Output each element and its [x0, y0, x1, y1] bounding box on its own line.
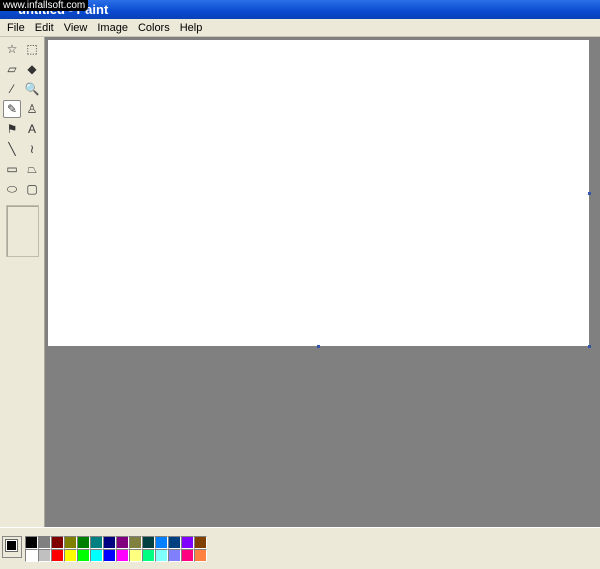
- line-tool[interactable]: ╲: [3, 140, 21, 158]
- menu-file[interactable]: File: [2, 22, 30, 34]
- color-swatch[interactable]: [38, 549, 51, 562]
- color-swatch[interactable]: [103, 536, 116, 549]
- text-tool[interactable]: A: [23, 120, 41, 138]
- fill-tool[interactable]: ◆: [23, 60, 41, 78]
- color-swatch[interactable]: [51, 549, 64, 562]
- color-swatch[interactable]: [155, 549, 168, 562]
- workspace: [45, 37, 600, 527]
- color-swatch[interactable]: [103, 549, 116, 562]
- color-swatch[interactable]: [90, 536, 103, 549]
- free-form-select-tool[interactable]: ☆: [3, 40, 21, 58]
- color-swatch[interactable]: [38, 536, 51, 549]
- color-swatch[interactable]: [142, 549, 155, 562]
- pencil-tool[interactable]: ✎: [3, 100, 21, 118]
- color-swatch[interactable]: [51, 536, 64, 549]
- color-swatch[interactable]: [181, 536, 194, 549]
- color-swatch[interactable]: [129, 536, 142, 549]
- menu-help[interactable]: Help: [175, 22, 208, 34]
- curve-tool[interactable]: ≀: [23, 140, 41, 158]
- menu-image[interactable]: Image: [92, 22, 133, 34]
- color-swatch[interactable]: [129, 549, 142, 562]
- color-swatch[interactable]: [194, 549, 207, 562]
- eraser-tool[interactable]: ▱: [3, 60, 21, 78]
- color-swatch[interactable]: [77, 549, 90, 562]
- current-colors: [2, 536, 22, 558]
- title-bar: untitled - Paint www.infallsoft.com: [0, 0, 600, 19]
- menu-bar: File Edit View Image Colors Help: [0, 19, 600, 37]
- color-swatch[interactable]: [142, 536, 155, 549]
- tool-options-box[interactable]: [6, 205, 39, 257]
- toolbox: ☆ ⬚ ▱ ◆ ⁄ 🔍 ✎ ♙ ⚑ A ╲ ≀ ▭ ⏢ ⬭ ▢: [0, 37, 45, 527]
- color-swatch[interactable]: [116, 536, 129, 549]
- pick-color-tool[interactable]: ⁄: [3, 80, 21, 98]
- color-swatch[interactable]: [64, 549, 77, 562]
- menu-edit[interactable]: Edit: [30, 22, 59, 34]
- resize-handle[interactable]: [588, 345, 591, 348]
- color-swatch[interactable]: [64, 536, 77, 549]
- color-swatch[interactable]: [181, 549, 194, 562]
- color-swatch[interactable]: [168, 536, 181, 549]
- color-swatch[interactable]: [90, 549, 103, 562]
- color-swatch[interactable]: [25, 536, 38, 549]
- palette: [25, 536, 207, 562]
- color-swatch[interactable]: [168, 549, 181, 562]
- magnifier-tool[interactable]: 🔍: [23, 80, 41, 98]
- drawing-canvas[interactable]: [48, 40, 591, 348]
- color-swatch[interactable]: [155, 536, 168, 549]
- menu-colors[interactable]: Colors: [133, 22, 175, 34]
- color-swatch[interactable]: [77, 536, 90, 549]
- color-swatch[interactable]: [116, 549, 129, 562]
- airbrush-tool[interactable]: ⚑: [3, 120, 21, 138]
- rounded-rectangle-tool[interactable]: ▢: [23, 180, 41, 198]
- resize-handle[interactable]: [317, 345, 320, 348]
- ellipse-tool[interactable]: ⬭: [3, 180, 21, 198]
- watermark: www.infallsoft.com: [0, 0, 89, 11]
- color-swatch[interactable]: [25, 549, 38, 562]
- polygon-tool[interactable]: ⏢: [23, 160, 41, 178]
- resize-handle[interactable]: [588, 192, 591, 195]
- color-box: [0, 527, 600, 569]
- foreground-color: [5, 539, 18, 552]
- color-swatch[interactable]: [194, 536, 207, 549]
- rectangle-tool[interactable]: ▭: [3, 160, 21, 178]
- rect-select-tool[interactable]: ⬚: [23, 40, 41, 58]
- menu-view[interactable]: View: [59, 22, 93, 34]
- brush-tool[interactable]: ♙: [23, 100, 41, 118]
